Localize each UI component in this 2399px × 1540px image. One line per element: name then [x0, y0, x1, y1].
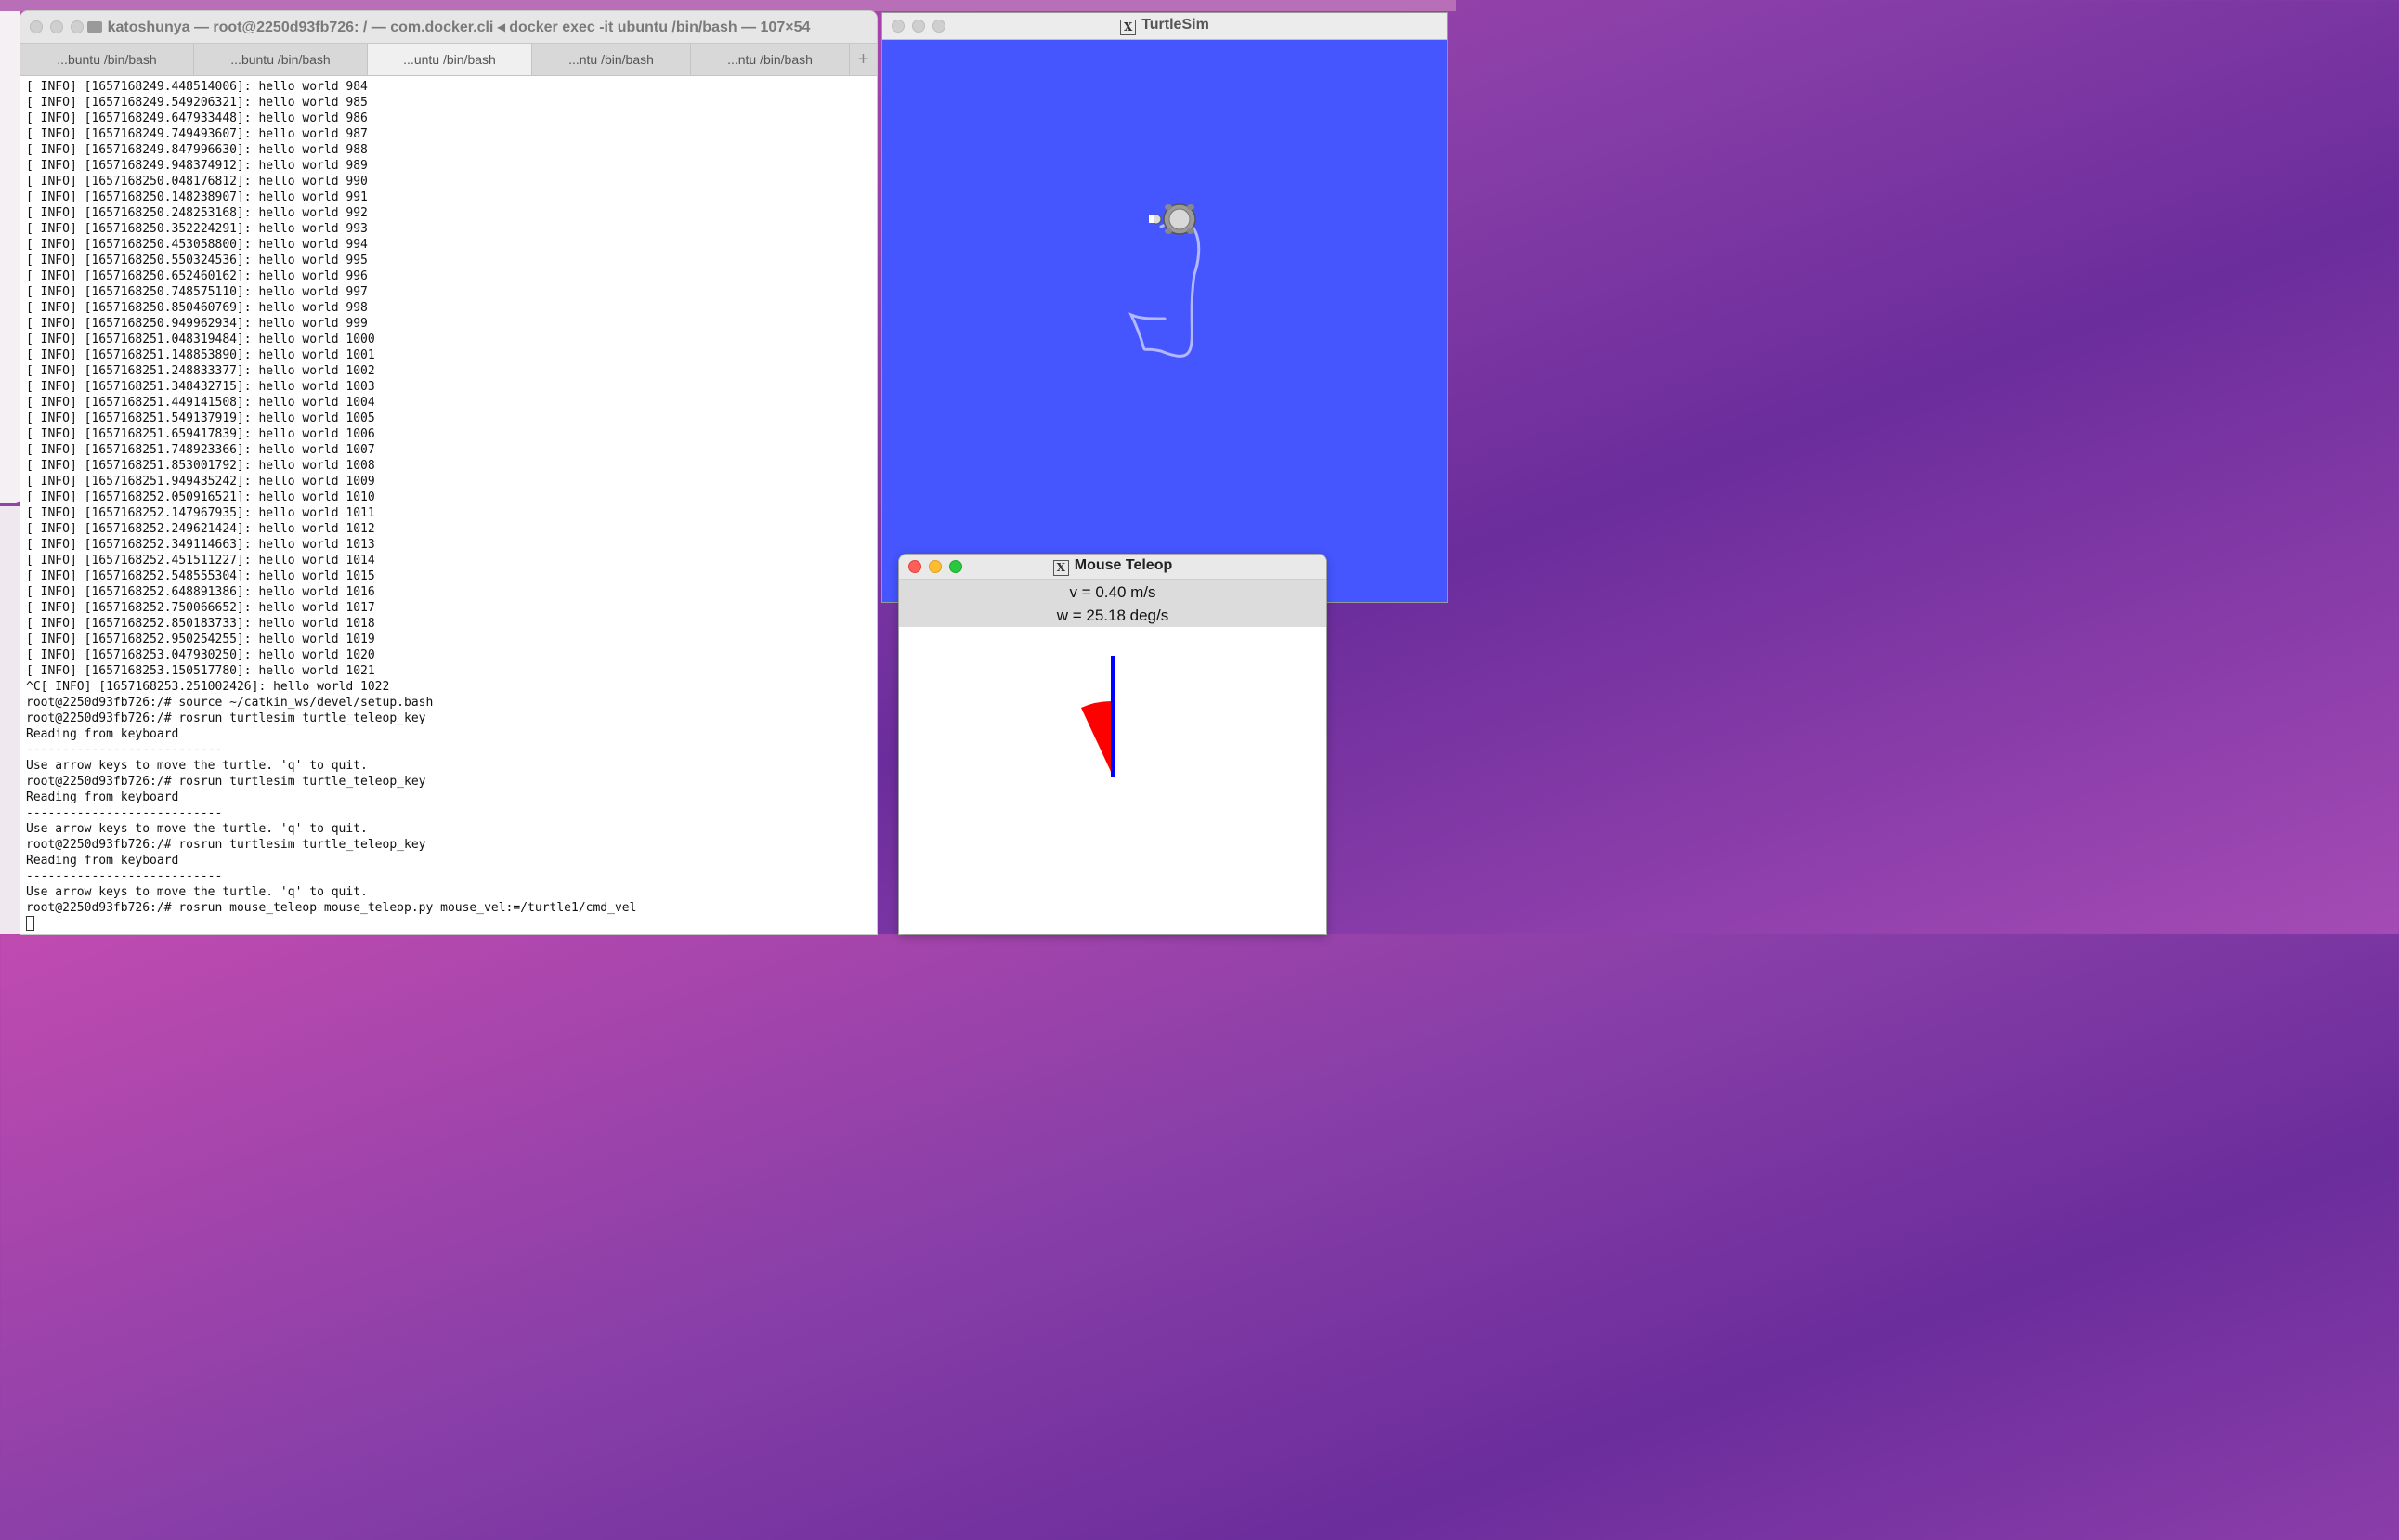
terminal-line: [ INFO] [1657168249.647933448]: hello wo…	[26, 111, 368, 125]
terminal-line: [ INFO] [1657168249.549206321]: hello wo…	[26, 96, 368, 110]
terminal-line: [ INFO] [1657168252.249621424]: hello wo…	[26, 522, 375, 536]
terminal-line: [ INFO] [1657168250.248253168]: hello wo…	[26, 206, 368, 220]
terminal-line: Reading from keyboard	[26, 854, 179, 868]
terminal-line: [ INFO] [1657168251.348432715]: hello wo…	[26, 380, 375, 394]
terminal-cursor-line[interactable]	[26, 916, 877, 933]
terminal-line: [ INFO] [1657168252.147967935]: hello wo…	[26, 506, 375, 520]
terminal-line: [ INFO] [1657168250.850460769]: hello wo…	[26, 301, 368, 315]
terminal-line: [ INFO] [1657168252.451511227]: hello wo…	[26, 554, 375, 568]
terminal-line: [ INFO] [1657168250.048176812]: hello wo…	[26, 175, 368, 189]
velocity-readouts: v = 0.40 m/s w = 25.18 deg/s	[899, 580, 1326, 628]
terminal-line: [ INFO] [1657168250.550324536]: hello wo…	[26, 254, 368, 268]
terminal-line: [ INFO] [1657168251.853001792]: hello wo…	[26, 459, 375, 473]
terminal-output[interactable]: [ INFO] [1657168249.448514006]: hello wo…	[20, 76, 877, 933]
terminal-line: [ INFO] [1657168250.949962934]: hello wo…	[26, 317, 368, 331]
terminal-line: [ INFO] [1657168251.748923366]: hello wo…	[26, 443, 375, 457]
terminal-line: [ INFO] [1657168250.748575110]: hello wo…	[26, 285, 368, 299]
terminal-line: root@2250d93fb726:/# rosrun turtlesim tu…	[26, 711, 426, 725]
terminal-line: [ INFO] [1657168252.050916521]: hello wo…	[26, 490, 375, 504]
menu-bar	[0, 0, 1456, 11]
mouse-teleop-title-text: Mouse Teleop	[1074, 557, 1173, 573]
terminal-line: [ INFO] [1657168250.652460162]: hello wo…	[26, 269, 368, 283]
mouse-teleop-title: X Mouse Teleop	[899, 557, 1326, 576]
terminal-line: [ INFO] [1657168251.549137919]: hello wo…	[26, 411, 375, 425]
terminal-line: [ INFO] [1657168250.148238907]: hello wo…	[26, 190, 368, 204]
terminal-line: [ INFO] [1657168249.448514006]: hello wo…	[26, 80, 368, 94]
terminal-line: [ INFO] [1657168251.048319484]: hello wo…	[26, 333, 375, 346]
terminal-line: [ INFO] [1657168249.948374912]: hello wo…	[26, 159, 368, 173]
terminal-line: root@2250d93fb726:/# rosrun turtlesim tu…	[26, 775, 426, 789]
terminal-line: root@2250d93fb726:/# rosrun mouse_teleop…	[26, 901, 637, 915]
mouse-teleop-canvas[interactable]	[899, 627, 1326, 934]
background-window	[0, 11, 20, 503]
folder-icon	[86, 21, 102, 33]
turtlesim-canvas	[882, 40, 1447, 602]
terminal-line: Use arrow keys to move the turtle. 'q' t…	[26, 822, 368, 836]
terminal-line: [ INFO] [1657168249.847996630]: hello wo…	[26, 143, 368, 157]
terminal-line: [ INFO] [1657168251.449141508]: hello wo…	[26, 396, 375, 410]
turtlesim-title-text: TurtleSim	[1141, 17, 1209, 33]
terminal-line: [ INFO] [1657168250.453058800]: hello wo…	[26, 238, 368, 252]
terminal-line: [ INFO] [1657168252.750066652]: hello wo…	[26, 601, 375, 615]
terminal-window[interactable]: katoshunya — root@2250d93fb726: / — com.…	[20, 11, 877, 934]
terminal-line: ---------------------------	[26, 869, 223, 883]
terminal-line: root@2250d93fb726:/# source ~/catkin_ws/…	[26, 696, 434, 710]
terminal-line: ---------------------------	[26, 806, 223, 820]
terminal-line: Reading from keyboard	[26, 790, 179, 804]
x11-icon: X	[1120, 20, 1137, 35]
turtlesim-title: X TurtleSim	[882, 17, 1447, 35]
terminal-line: [ INFO] [1657168251.248833377]: hello wo…	[26, 364, 375, 378]
turtlesim-titlebar[interactable]: X TurtleSim	[882, 13, 1447, 40]
terminal-line: [ INFO] [1657168253.047930250]: hello wo…	[26, 648, 375, 662]
tab-4[interactable]: ...ntu /bin/bash	[532, 44, 691, 75]
terminal-line: Use arrow keys to move the turtle. 'q' t…	[26, 759, 368, 773]
terminal-line: ^C[ INFO] [1657168253.251002426]: hello …	[26, 680, 390, 694]
terminal-title-text: katoshunya — root@2250d93fb726: / — com.…	[107, 20, 811, 35]
mouse-teleop-window[interactable]: X Mouse Teleop v = 0.40 m/s w = 25.18 deg…	[899, 555, 1326, 934]
terminal-titlebar[interactable]: katoshunya — root@2250d93fb726: / — com.…	[20, 11, 877, 43]
text-cursor	[26, 916, 34, 931]
terminal-line: [ INFO] [1657168252.950254255]: hello wo…	[26, 633, 375, 646]
terminal-line: [ INFO] [1657168251.949435242]: hello wo…	[26, 475, 375, 489]
angular-velocity-readout: w = 25.18 deg/s	[1056, 607, 1169, 624]
terminal-line: [ INFO] [1657168253.150517780]: hello wo…	[26, 664, 375, 678]
linear-velocity-readout: v = 0.40 m/s	[1069, 583, 1156, 601]
terminal-tab-bar: ...buntu /bin/bash ...buntu /bin/bash ..…	[20, 43, 877, 76]
tab-1[interactable]: ...buntu /bin/bash	[20, 44, 194, 75]
terminal-line: root@2250d93fb726:/# rosrun turtlesim tu…	[26, 838, 426, 852]
terminal-line: Reading from keyboard	[26, 727, 179, 741]
x11-icon: X	[1052, 560, 1069, 576]
mouse-teleop-titlebar[interactable]: X Mouse Teleop	[899, 555, 1326, 580]
tab-2[interactable]: ...buntu /bin/bash	[194, 44, 368, 75]
terminal-line: [ INFO] [1657168251.659417839]: hello wo…	[26, 427, 375, 441]
terminal-line: [ INFO] [1657168252.850183733]: hello wo…	[26, 617, 375, 631]
new-tab-button[interactable]: +	[850, 44, 877, 75]
background-window-lower	[0, 506, 20, 934]
terminal-title: katoshunya — root@2250d93fb726: / — com.…	[20, 18, 877, 36]
terminal-line: [ INFO] [1657168250.352224291]: hello wo…	[26, 222, 368, 236]
tab-5[interactable]: ...ntu /bin/bash	[691, 44, 850, 75]
terminal-line: ---------------------------	[26, 743, 223, 757]
terminal-line: Use arrow keys to move the turtle. 'q' t…	[26, 885, 368, 899]
turtlesim-window[interactable]: X TurtleSim	[882, 13, 1447, 602]
terminal-line: [ INFO] [1657168252.548555304]: hello wo…	[26, 569, 375, 583]
terminal-line: [ INFO] [1657168252.349114663]: hello wo…	[26, 538, 375, 552]
terminal-line: [ INFO] [1657168251.148853890]: hello wo…	[26, 348, 375, 362]
tab-3-active[interactable]: ...untu /bin/bash	[368, 44, 532, 75]
terminal-line: [ INFO] [1657168249.749493607]: hello wo…	[26, 127, 368, 141]
terminal-line: [ INFO] [1657168252.648891386]: hello wo…	[26, 585, 375, 599]
